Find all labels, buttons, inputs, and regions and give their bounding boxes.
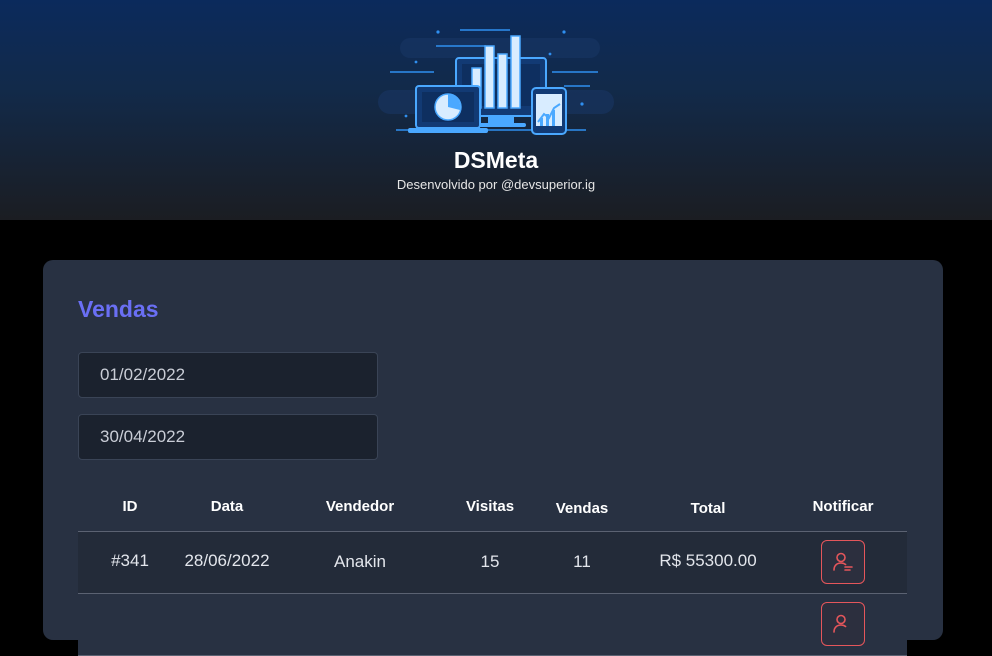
notify-button[interactable] <box>821 602 865 646</box>
column-header-visits: Visitas <box>465 498 515 515</box>
sales-card: Vendas ID Data Vendedor Visitas Vendas T… <box>43 260 943 656</box>
max-date-input[interactable] <box>78 414 378 460</box>
table-row-partial <box>78 594 907 656</box>
table-row: #341 28/06/2022 Anakin 15 11 R$ 55300.00 <box>78 532 907 594</box>
column-header-seller: Vendedor <box>325 498 395 515</box>
sales-table: ID Data Vendedor Visitas Vendas Total No… <box>78 486 907 656</box>
app-header: DSMeta Desenvolvido por @devsuperior.ig <box>0 0 992 220</box>
cell-seller: Anakin <box>334 552 386 571</box>
app-title: DSMeta <box>453 147 539 173</box>
cell-date: 28/06/2022 <box>184 551 270 570</box>
min-date-input[interactable] <box>78 352 378 398</box>
column-header-deals: Vendas <box>555 500 609 517</box>
cell-total: R$ 55300.00 <box>659 551 757 570</box>
user-notify-icon <box>833 552 853 571</box>
app-subtitle: Desenvolvido por @devsuperior.ig <box>396 177 596 192</box>
column-header-id: ID <box>122 498 138 515</box>
cell-deals: 11 <box>573 552 591 571</box>
logo-illustration <box>378 29 614 135</box>
column-header-total: Total <box>690 500 726 517</box>
column-header-date: Data <box>210 498 244 515</box>
table-header: ID Data Vendedor Visitas Vendas Total No… <box>78 486 907 532</box>
user-notify-icon <box>833 614 847 633</box>
sales-title: Vendas <box>78 296 159 322</box>
column-header-notify: Notificar <box>812 498 874 515</box>
cell-id: #341 <box>111 551 149 570</box>
notify-button[interactable] <box>821 540 865 584</box>
cell-visits: 15 <box>480 552 500 571</box>
